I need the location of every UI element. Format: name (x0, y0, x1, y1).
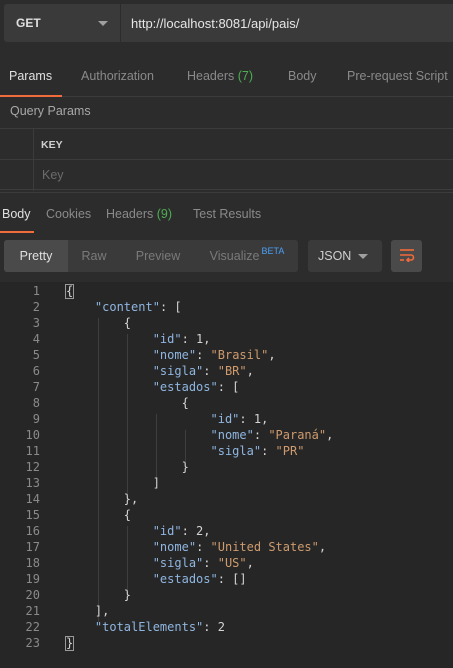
code-line: "estados": [ (152, 380, 240, 394)
response-body-viewer[interactable]: 1 {2 "content": [ 3 {4 "id": 1, 5 "nome": "… (0, 282, 453, 668)
tab-test-results[interactable]: Test Results (193, 207, 261, 221)
line-number: 7 (32, 380, 40, 394)
param-checkbox-cell[interactable] (0, 160, 34, 191)
code-line: "nome": "United States", (152, 540, 327, 554)
method-label: GET (16, 16, 41, 30)
line-number: 22 (25, 620, 40, 634)
line-number: 20 (25, 588, 40, 602)
code-line: { (66, 316, 132, 330)
code-line: "id": 1, (152, 332, 211, 346)
chevron-down-icon (358, 254, 368, 259)
code-line: "sigla": "BR", (152, 364, 254, 378)
line-number: 11 (25, 444, 40, 458)
line-number: 18 (25, 556, 40, 570)
line-number: 10 (25, 428, 40, 442)
code-line: } (66, 588, 132, 602)
line-number: 15 (25, 508, 40, 522)
code-line: "sigla": "US", (152, 556, 254, 570)
headers-count: (7) (237, 69, 254, 83)
code-line: "nome": "Paraná", (210, 428, 334, 442)
line-number: 13 (25, 476, 40, 490)
code-line: "sigla": "PR" (210, 444, 305, 458)
url-input[interactable]: http://localhost:8081/api/pais/ (121, 4, 453, 42)
wrap-lines-button[interactable] (391, 240, 422, 272)
method-select[interactable]: GET (4, 4, 120, 42)
active-tab-indicator (0, 95, 62, 97)
request-tabs: Params Authorization Headers (7) Body Pr… (0, 55, 453, 97)
query-params-input-row: Key (0, 160, 453, 191)
code-line: ], (66, 604, 110, 618)
code-line: "estados": [] (152, 572, 247, 586)
code-line: "totalElements": 2 (94, 620, 225, 634)
raw-button[interactable]: Raw (68, 240, 120, 272)
line-number: 5 (32, 348, 40, 362)
query-params-header-row: KEY (0, 129, 453, 160)
tab-response-headers[interactable]: Headers (9) (106, 207, 172, 221)
line-number: 2 (32, 300, 40, 314)
code-line: "content": [ (94, 300, 182, 314)
tab-params[interactable]: Params (9, 69, 52, 83)
param-key-input[interactable]: Key (42, 168, 64, 182)
wrap-icon (399, 248, 415, 265)
line-number: 1 (32, 284, 40, 298)
line-number: 14 (25, 492, 40, 506)
view-mode-group: Pretty Raw Preview Visualize BETA (4, 240, 298, 272)
tab-response-body[interactable]: Body (2, 207, 31, 221)
response-tabs: Body Cookies Headers (9) Test Results (0, 192, 453, 233)
format-select[interactable]: JSON (308, 240, 382, 272)
preview-button[interactable]: Preview (120, 240, 196, 272)
response-headers-count: (9) (156, 207, 173, 221)
line-number: 9 (32, 412, 40, 426)
line-number: 17 (25, 540, 40, 554)
line-number: 16 (25, 524, 40, 538)
matching-brace-highlight (65, 636, 74, 651)
format-label: JSON (318, 249, 352, 263)
visualize-button[interactable]: Visualize BETA (196, 240, 298, 272)
line-number: 23 (25, 636, 40, 650)
line-number: 12 (25, 460, 40, 474)
code-line: { (66, 396, 189, 410)
line-number: 4 (32, 332, 40, 346)
tab-body[interactable]: Body (288, 69, 317, 83)
line-number: 21 (25, 604, 40, 618)
tab-headers[interactable]: Headers (7) (187, 69, 253, 83)
code-line: ] (66, 476, 160, 490)
pretty-button[interactable]: Pretty (4, 240, 68, 272)
line-number: 19 (25, 572, 40, 586)
code-line: "nome": "Brasil", (152, 348, 276, 362)
matching-brace-highlight (65, 284, 74, 299)
line-number: 3 (32, 316, 40, 330)
tab-pre-request-script[interactable]: Pre-request Script (347, 69, 448, 83)
line-number: 8 (32, 396, 40, 410)
line-number: 6 (32, 364, 40, 378)
query-params-table: KEY Key (0, 128, 453, 191)
code-line: { (66, 508, 132, 522)
code-line: "id": 1, (210, 412, 269, 426)
beta-badge: BETA (261, 246, 285, 256)
code-line: "id": 2, (152, 524, 211, 538)
url-text: http://localhost:8081/api/pais/ (131, 15, 300, 31)
query-params-title: Query Params (10, 104, 91, 118)
code-line: } (66, 460, 189, 474)
request-url-bar: GET http://localhost:8081/api/pais/ (0, 0, 453, 52)
tab-authorization[interactable]: Authorization (81, 69, 154, 83)
tab-cookies[interactable]: Cookies (46, 207, 91, 221)
active-response-tab-indicator (0, 231, 34, 233)
chevron-down-icon (98, 21, 108, 26)
code-line: }, (66, 492, 139, 506)
key-column-header: KEY (41, 139, 63, 151)
